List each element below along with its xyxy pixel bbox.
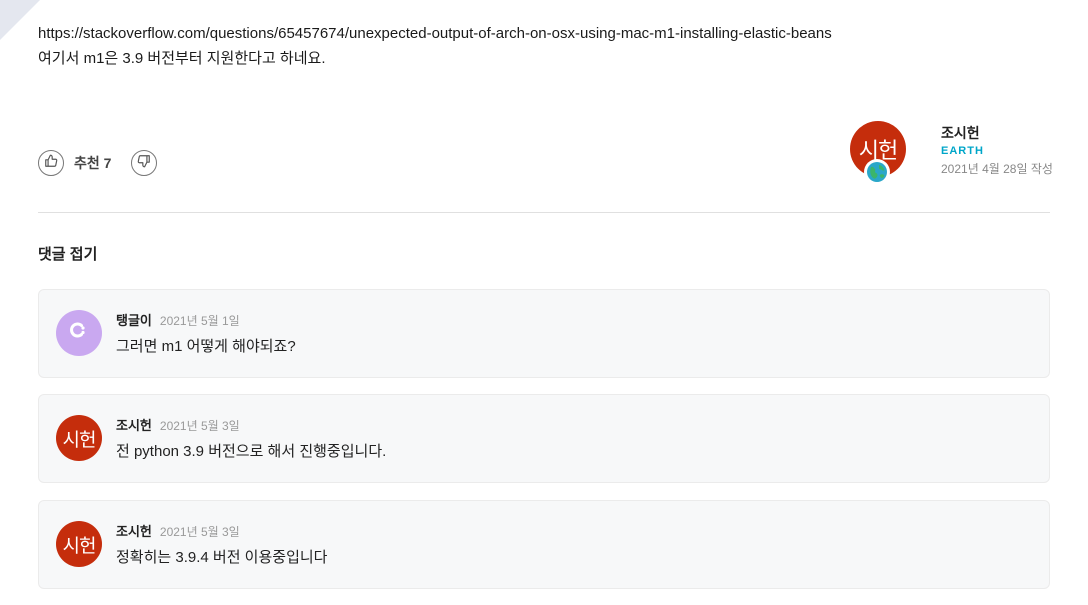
corner-ribbon <box>0 0 40 40</box>
commenter-avatar[interactable]: 시헌 <box>56 415 102 461</box>
comment-text: 그러면 m1 어떻게 해야되죠? <box>116 338 296 355</box>
thumbs-up-icon <box>44 154 58 173</box>
post-text: 여기서 m1은 3.9 버전부터 지원한다고 하네요. <box>38 50 326 67</box>
comment-header: 탱글이 2021년 5월 1일 <box>116 310 240 329</box>
thumbs-down-icon <box>137 154 151 173</box>
downvote-button[interactable] <box>131 150 158 176</box>
post-link[interactable]: https://stackoverflow.com/questions/6545… <box>38 21 832 46</box>
commenter-name[interactable]: 조시헌 <box>116 521 152 540</box>
divider <box>38 212 1050 213</box>
comment-card: 시헌 조시헌 2021년 5월 3일 정확히는 3.9.4 버전 이용중입니다 <box>38 500 1050 589</box>
author-level-badge: EARTH <box>941 145 984 157</box>
comment-date: 2021년 5월 1일 <box>159 314 240 328</box>
commenter-name[interactable]: 탱글이 <box>116 310 152 329</box>
author-block: 시헌 조시헌 EARTH 2021년 4월 28일 작성 <box>850 121 1060 191</box>
comment-text: 정확히는 3.9.4 버전 이용중입니다 <box>116 549 328 566</box>
post-body: https://stackoverflow.com/questions/6545… <box>38 21 832 71</box>
author-name[interactable]: 조시헌 <box>941 124 1053 142</box>
commenter-avatar[interactable]: 시헌 <box>56 521 102 567</box>
comment-card: 시헌 조시헌 2021년 5월 3일 전 python 3.9 버전으로 해서 … <box>38 394 1050 483</box>
comment-card: 탱글이 2021년 5월 1일 그러면 m1 어떻게 해야되죠? <box>38 289 1050 378</box>
post-date: 2021년 4월 28일 작성 <box>941 162 1053 176</box>
upvote-button[interactable] <box>38 150 64 176</box>
comment-text: 전 python 3.9 버전으로 해서 진행중입니다. <box>116 443 387 460</box>
comment-date: 2021년 5월 3일 <box>159 419 240 433</box>
commenter-avatar[interactable] <box>56 310 102 356</box>
upvote-count: 추천 7 <box>74 155 112 171</box>
commenter-name[interactable]: 조시헌 <box>116 415 152 434</box>
comment-header: 조시헌 2021년 5월 3일 <box>116 521 240 540</box>
earth-icon <box>864 159 890 185</box>
comment-date: 2021년 5월 3일 <box>159 525 240 539</box>
author-info: 조시헌 EARTH 2021년 4월 28일 작성 <box>941 124 1053 178</box>
comments-toggle-button[interactable]: 댓글 접기 <box>38 243 97 264</box>
reactions: 추천 7 <box>38 150 158 176</box>
comment-header: 조시헌 2021년 5월 3일 <box>116 415 240 434</box>
user-logo-icon <box>69 320 89 346</box>
